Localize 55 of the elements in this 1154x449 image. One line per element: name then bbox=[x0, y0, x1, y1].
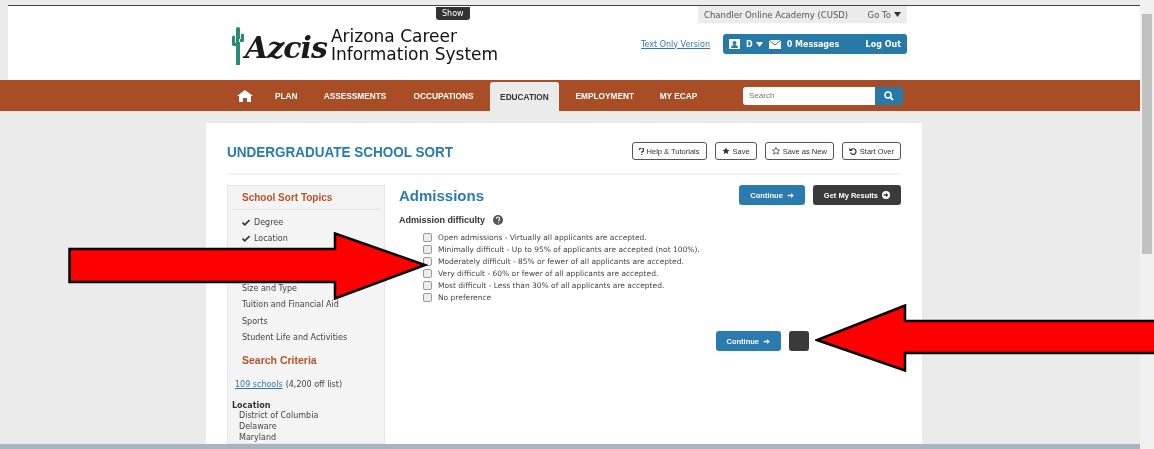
nav-tab[interactable]: MY ECAP bbox=[649, 80, 708, 112]
question-label: Admission difficulty bbox=[399, 215, 485, 226]
checkbox[interactable] bbox=[423, 280, 432, 290]
arrow-right-icon bbox=[786, 191, 794, 199]
envelope-icon bbox=[768, 39, 781, 49]
sidebar-topic[interactable]: Degree bbox=[232, 214, 380, 231]
sidebar-topic[interactable]: Tuition and Financial Aid bbox=[232, 296, 380, 314]
sidebar-topic[interactable]: Sports bbox=[232, 313, 380, 330]
nav-tab[interactable]: PLAN bbox=[264, 80, 308, 112]
criteria-item: Delaware bbox=[238, 421, 278, 433]
scrollbar[interactable] bbox=[1140, 0, 1154, 449]
section-title: Admissions bbox=[399, 186, 485, 204]
arrow-circle-icon bbox=[882, 191, 890, 200]
caret-icon bbox=[894, 12, 901, 17]
search-field[interactable]: Search bbox=[743, 86, 875, 105]
checkbox[interactable] bbox=[423, 232, 432, 242]
checkbox[interactable] bbox=[423, 292, 432, 302]
nav-tab[interactable]: EMPLOYMENT bbox=[564, 80, 644, 112]
school-name: Chandler Online Academy (CUSD) bbox=[704, 9, 849, 20]
search-icon bbox=[884, 90, 894, 101]
dark-button[interactable] bbox=[789, 331, 809, 352]
site-title: Arizona Career bbox=[330, 27, 458, 45]
nav-tab[interactable]: EDUCATION bbox=[489, 82, 559, 112]
page-title: UNDERGRADUATE SCHOOL SORT bbox=[227, 142, 453, 160]
site-logo: Azcis bbox=[231, 25, 327, 65]
sidebar-heading: School Sort Topics bbox=[232, 192, 380, 211]
criteria-item: District of Columbia bbox=[238, 410, 320, 422]
undo-icon bbox=[848, 147, 857, 156]
checkbox[interactable] bbox=[423, 268, 432, 278]
search-button[interactable] bbox=[875, 86, 903, 105]
off-list-note: (4,200 off list) bbox=[285, 380, 343, 390]
question-icon bbox=[638, 147, 644, 155]
sidebar-topic[interactable]: Location bbox=[232, 230, 380, 248]
arrow-right-icon bbox=[763, 337, 770, 345]
help-icon bbox=[493, 215, 503, 226]
criteria-heading: Location bbox=[232, 401, 272, 411]
star-outline-icon bbox=[771, 147, 780, 156]
show-tab[interactable]: Show bbox=[436, 7, 470, 20]
text-only-link[interactable]: Text Only Version bbox=[641, 39, 710, 49]
nav-tab[interactable]: ASSESSMENTS bbox=[313, 80, 396, 112]
checkbox[interactable] bbox=[423, 244, 432, 254]
sidebar-heading: Search Criteria bbox=[241, 353, 318, 369]
user-menu[interactable]: D bbox=[746, 39, 763, 49]
go-to-menu[interactable]: Go To bbox=[867, 9, 901, 20]
criteria-item: Maryland bbox=[238, 432, 278, 444]
logout-link[interactable]: Log Out bbox=[865, 39, 901, 49]
star-icon bbox=[721, 147, 730, 156]
sidebar-topic[interactable]: Size and Type bbox=[232, 280, 380, 297]
school-count-link[interactable]: 109 schools bbox=[235, 380, 283, 390]
messages-link[interactable]: 0 Messages bbox=[786, 39, 840, 49]
user-icon bbox=[729, 39, 740, 49]
nav-tab[interactable]: OCCUPATIONS bbox=[403, 80, 484, 112]
caret-icon bbox=[755, 41, 763, 47]
site-title: Information System bbox=[330, 45, 499, 63]
sidebar-topic[interactable]: Student Life and Activities bbox=[232, 329, 380, 347]
